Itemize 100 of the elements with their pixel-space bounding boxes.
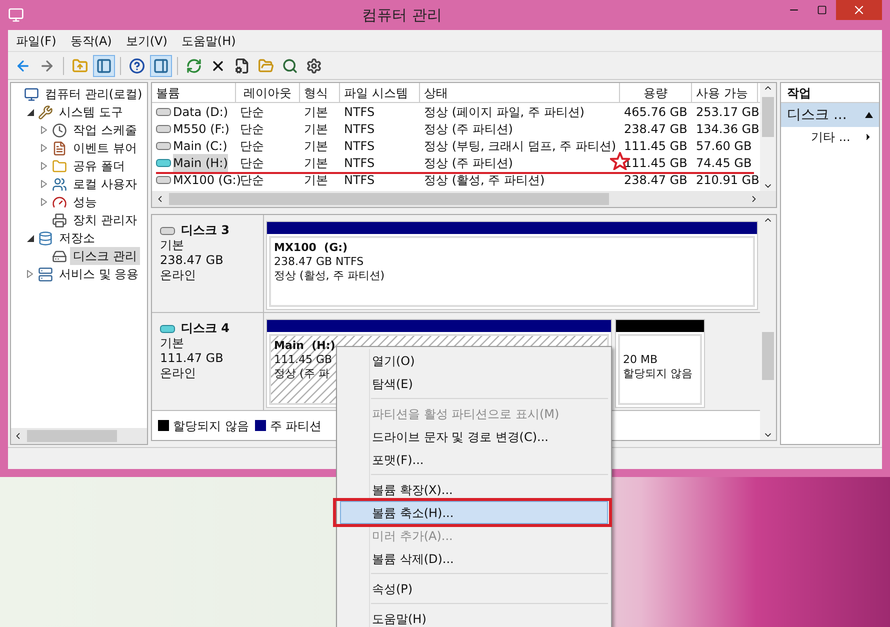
table-cell-text: NTFS (344, 172, 375, 188)
partition-block[interactable]: MX100 (G:) 238.47 GB NTFS 정상 (활성, 주 파티션) (266, 221, 758, 310)
app-icon (8, 7, 24, 23)
partition-block[interactable]: 20 MB 할당되지 않음 (615, 319, 705, 408)
legend-label: 할당되지 않음 (173, 418, 249, 434)
menu-item[interactable]: 포맷(F)... (340, 448, 608, 471)
tree-item[interactable]: 장치 관리자 (70, 211, 140, 229)
menu-item[interactable]: 파일(F) (16, 32, 56, 50)
vertical-scrollbar[interactable] (760, 215, 776, 440)
disk-label-panel[interactable]: 디스크 4 기본 111.47 GB 온라인 (152, 313, 264, 410)
collapse-arrow-icon[interactable] (865, 112, 873, 118)
expand-arrow-icon[interactable] (41, 180, 47, 188)
computer-icon (24, 86, 39, 102)
column-header[interactable]: 용량 (620, 83, 692, 102)
table-cell-text: 238.47 GB (624, 172, 688, 188)
table-cell-text: NTFS (344, 138, 375, 154)
expand-arrow-icon[interactable] (27, 270, 33, 278)
help-icon (129, 58, 145, 74)
table-cell-text: 74.45 GB (696, 154, 752, 172)
horizontal-scrollbar[interactable] (11, 428, 147, 444)
scrollbar-thumb[interactable] (762, 97, 774, 137)
panel-left-icon (96, 58, 112, 74)
tree-item[interactable]: 컴퓨터 관리(로컬) (42, 85, 146, 103)
disk-type: 기본 (160, 336, 185, 351)
table-cell-text: 정상 (페이지 파일, 주 파티션) (424, 104, 584, 120)
disk-status: 온라인 (160, 366, 197, 381)
panel-right-icon (153, 58, 169, 74)
table-cell-text: Main (C:) (173, 138, 228, 154)
table-cell-text: 253.17 GB (696, 104, 760, 120)
close-icon (852, 3, 866, 17)
close-button[interactable] (836, 0, 882, 20)
gauge-icon (52, 194, 67, 210)
table-cell-text: 134.36 GB (696, 120, 760, 138)
table-cell-text: Data (D:) (173, 104, 228, 120)
table-cell-text: 기본 (304, 138, 328, 154)
tree-item[interactable]: 작업 스케줄 (70, 121, 140, 139)
collapse-arrow-icon[interactable] (26, 108, 34, 116)
table-cell-text: NTFS (344, 104, 375, 120)
table-cell-text: 단순 (240, 172, 264, 188)
log-icon (52, 140, 67, 156)
tree-item[interactable]: 공유 폴더 (70, 157, 128, 175)
table-cell-text: 단순 (240, 120, 264, 138)
menu-item[interactable]: 속성(P) (340, 577, 608, 600)
table-cell-text: 정상 (주 파티션) (424, 154, 513, 172)
table-cell-text: 정상 (부팅, 크래시 덤프, 주 파티션) (424, 138, 616, 154)
vertical-scrollbar[interactable] (760, 83, 776, 191)
column-header[interactable]: 파일 시스템 (340, 83, 420, 102)
menu-item[interactable]: 보기(V) (126, 32, 168, 50)
folder-icon (52, 158, 67, 174)
table-cell-text: 기본 (304, 104, 328, 120)
actions-section-header[interactable]: 디스크 ... (781, 103, 879, 127)
menu-item[interactable]: 볼륨 축소(H)... (340, 501, 608, 524)
column-header[interactable]: 레이아웃 (236, 83, 300, 102)
disk-name: 디스크 4 (181, 321, 230, 336)
window-title: 컴퓨터 관리 (362, 4, 442, 26)
drive-icon (160, 226, 175, 234)
table-cell-text: 465.76 GB (624, 104, 688, 120)
expand-arrow-icon[interactable] (41, 198, 47, 206)
table-cell-text: NTFS (344, 154, 375, 172)
disk-name: 디스크 3 (181, 223, 230, 238)
expand-arrow-icon[interactable] (41, 144, 47, 152)
menu-item[interactable]: 볼륨 삭제(D)... (340, 547, 608, 570)
menu-item[interactable]: 드라이브 문자 및 경로 변경(C)... (340, 425, 608, 448)
menu-item[interactable]: 볼륨 확장(X)... (340, 478, 608, 501)
tree-item[interactable]: 성능 (70, 193, 100, 211)
table-cell-text: 기본 (304, 154, 328, 172)
column-header[interactable]: 볼륨 (152, 83, 236, 102)
column-header[interactable]: 상태 (420, 83, 620, 102)
tree-item[interactable]: 디스크 관리 (70, 247, 140, 265)
action-item[interactable]: 기타 ... (781, 127, 879, 147)
menu-item[interactable]: 탐색(E) (340, 372, 608, 395)
drive-icon (156, 176, 171, 184)
drive-icon (156, 124, 171, 132)
disk-status: 온라인 (160, 268, 197, 283)
collapse-arrow-icon[interactable] (26, 234, 34, 242)
menu-item[interactable]: 도움말(H) (340, 607, 608, 627)
scrollbar-thumb[interactable] (169, 193, 609, 205)
tree-item[interactable]: 저장소 (56, 229, 98, 247)
partition-name: Main (H:) (274, 339, 336, 353)
table-cell-text: 210.91 GB (696, 172, 760, 188)
disk-label-panel[interactable]: 디스크 3 기본 238.47 GB 온라인 (152, 215, 264, 312)
expand-arrow-icon[interactable] (41, 126, 47, 134)
menu-item[interactable]: 도움말(H) (181, 32, 236, 50)
column-header[interactable]: 사용 가능 (692, 83, 758, 102)
settings-icon (306, 58, 322, 74)
tree-item[interactable]: 시스템 도구 (56, 103, 126, 121)
table-cell-text: 정상 (활성, 주 파티션) (424, 172, 545, 188)
tree-item[interactable]: 로컬 사용자 (70, 175, 140, 193)
horizontal-scrollbar[interactable] (152, 191, 776, 207)
tree-item[interactable]: 서비스 및 응용 (56, 265, 142, 283)
menu-item[interactable]: 동작(A) (70, 32, 112, 50)
partition-status: 할당되지 않음 (623, 367, 692, 381)
expand-arrow-icon[interactable] (41, 162, 47, 170)
drive-icon (160, 324, 175, 332)
refresh-icon (186, 58, 202, 74)
column-header[interactable]: 형식 (300, 83, 340, 102)
scrollbar-thumb[interactable] (27, 430, 117, 442)
tree-item[interactable]: 이벤트 뷰어 (70, 139, 140, 157)
menu-item[interactable]: 열기(O) (340, 349, 608, 372)
scrollbar-thumb[interactable] (762, 332, 774, 380)
